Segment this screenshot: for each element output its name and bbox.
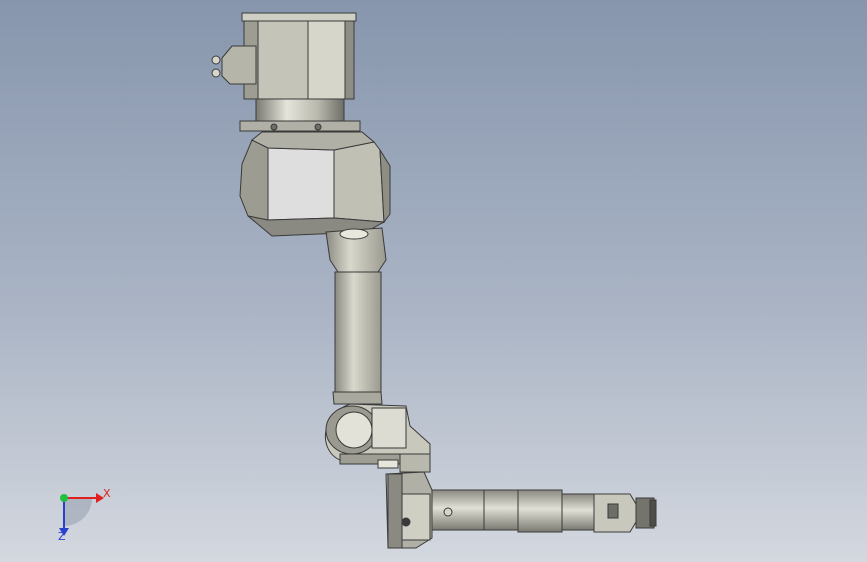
z-axis-label: Z	[58, 530, 66, 543]
cad-graphics-area[interactable]: X Z	[0, 0, 867, 562]
x-axis-label: X	[103, 487, 111, 500]
triad-plane-shading	[64, 498, 92, 526]
upper-arm-link[interactable]	[325, 227, 387, 405]
base-connector[interactable]	[211, 45, 257, 85]
y-axis-dot-icon	[60, 494, 68, 502]
forearm-link[interactable]	[431, 489, 563, 533]
shoulder-joint[interactable]	[239, 131, 391, 237]
end-effector-flange[interactable]	[561, 493, 657, 533]
base-housing[interactable]	[241, 12, 357, 100]
coordinate-triad: X Z	[44, 478, 114, 548]
robot-arm-model[interactable]	[0, 0, 867, 562]
